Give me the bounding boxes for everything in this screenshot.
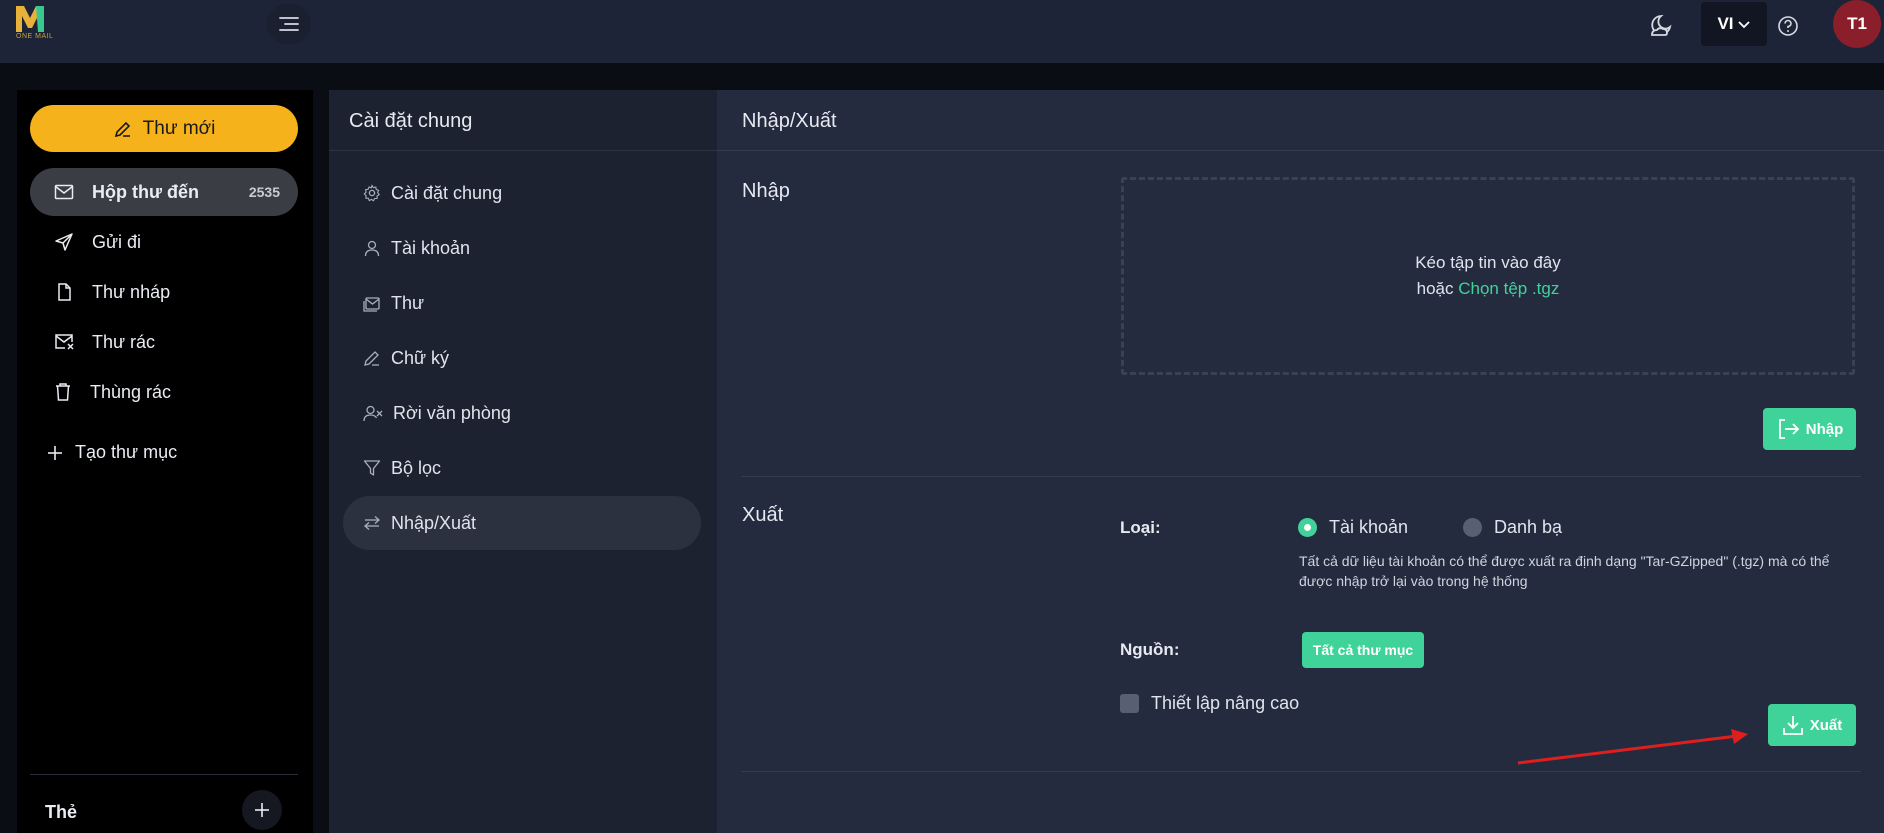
menu-toggle-button[interactable] [267, 4, 311, 44]
menu-label: Nhập/Xuất [391, 512, 477, 533]
import-section-label: Nhập [742, 180, 790, 202]
draft-icon [58, 283, 71, 301]
settings-divider [329, 150, 717, 151]
source-button-label: Tất cả thư mục [1312, 642, 1414, 658]
plus-icon [48, 445, 62, 460]
user-icon [364, 240, 380, 257]
unread-count: 2535 [248, 184, 280, 200]
pencil-icon [114, 121, 130, 137]
folder-label: Gửi đi [92, 231, 142, 252]
menu-label: Rời văn phòng [393, 402, 511, 423]
advanced-settings-checkbox[interactable]: Thiết lập nâng cao [1120, 693, 1299, 714]
logo-icon [16, 6, 44, 32]
folder-sent[interactable]: Gửi đi [30, 218, 298, 266]
spam-icon [55, 334, 74, 350]
settings-menu-out-of-office[interactable]: Rời văn phòng [343, 386, 701, 440]
gear-icon [363, 184, 381, 202]
section-divider [742, 476, 1861, 477]
import-button[interactable]: Nhập [1763, 408, 1856, 450]
sign-in-icon [1778, 419, 1800, 439]
radio-account-label: Tài khoản [1329, 517, 1409, 537]
content-title: Nhập/Xuất [742, 110, 837, 132]
help-button[interactable] [1772, 10, 1804, 42]
trash-icon [56, 383, 70, 401]
radio-checked-indicator [1298, 518, 1317, 537]
folder-inbox[interactable]: Hộp thư đến 2535 [30, 168, 298, 216]
section-bottom-divider [742, 771, 1861, 772]
hamburger-icon [279, 17, 299, 31]
content-header-divider [717, 150, 1884, 151]
advanced-settings-label: Thiết lập nâng cao [1151, 693, 1300, 713]
import-button-label: Nhập [1805, 420, 1844, 438]
settings-menu-import-export[interactable]: Nhập/Xuất [343, 496, 701, 550]
export-button[interactable]: Xuất [1768, 704, 1856, 746]
create-folder-button[interactable]: Tạo thư mục [47, 442, 177, 463]
folder-label: Thư nháp [92, 281, 171, 302]
compose-label: Thư mới [142, 117, 216, 139]
settings-menu-filters[interactable]: Bộ lọc [343, 441, 701, 495]
settings-menu-mail[interactable]: Thư [343, 276, 701, 330]
theme-toggle-button[interactable] [1642, 8, 1678, 44]
menu-label: Bộ lọc [391, 457, 442, 478]
export-button-label: Xuất [1809, 716, 1843, 734]
settings-menu-general[interactable]: Cài đặt chung [343, 166, 701, 220]
compose-button[interactable]: Thư mới [30, 105, 298, 152]
settings-panel-title: Cài đặt chung [349, 110, 473, 132]
mail-stack-icon [363, 297, 380, 312]
user-avatar[interactable]: T1 [1833, 0, 1881, 48]
menu-label: Chữ ký [391, 347, 450, 368]
settings-menu-account[interactable]: Tài khoản [343, 221, 701, 275]
logo-text: ONE MAIL [16, 33, 54, 40]
radio-account[interactable]: Tài khoản [1298, 517, 1408, 538]
source-folder-button[interactable]: Tất cả thư mục [1302, 632, 1424, 668]
language-label: VI [1717, 14, 1734, 33]
folder-label: Hộp thư đến [92, 181, 200, 202]
or-text: hoặc [1416, 279, 1454, 298]
folder-trash[interactable]: Thùng rác [30, 368, 298, 416]
mail-sidebar: Thư mới Hộp thư đến 2535 Gửi đi Thư nháp… [17, 90, 313, 833]
sidebar-divider [30, 774, 298, 775]
help-icon [1778, 16, 1798, 36]
user-x-icon [363, 405, 383, 422]
pen-icon [364, 351, 379, 366]
radio-contacts[interactable]: Danh bạ [1463, 517, 1562, 538]
menu-label: Thư [391, 292, 425, 313]
source-label: Nguồn: [1120, 640, 1180, 659]
language-selector[interactable]: VI [1701, 2, 1767, 46]
add-tag-button[interactable] [242, 790, 282, 830]
create-folder-label: Tạo thư mục [75, 442, 178, 462]
type-label: Loại: [1120, 518, 1161, 537]
avatar-initials: T1 [1847, 14, 1867, 33]
plus-icon [255, 803, 269, 817]
drop-text: Kéo tập tin vào đây [1415, 253, 1561, 272]
download-icon [1782, 716, 1803, 735]
choose-file-link[interactable]: Chọn tệp .tgz [1458, 279, 1559, 298]
settings-menu-panel: Cài đặt chung Cài đặt chung Tài khoản Th… [329, 90, 717, 833]
inbox-icon [54, 184, 74, 200]
checkbox-indicator [1120, 694, 1139, 713]
radio-contacts-label: Danh bạ [1494, 517, 1563, 537]
menu-label: Tài khoản [391, 237, 471, 258]
annotation-arrow-icon [1517, 729, 1748, 765]
tags-label: Thẻ [45, 802, 78, 822]
radio-unchecked-indicator [1463, 518, 1482, 537]
import-export-panel: Nhập/Xuất Nhập Kéo tập tin vào đây hoặc … [717, 90, 1884, 833]
settings-menu-signature[interactable]: Chữ ký [343, 331, 701, 385]
export-section-label: Xuất [742, 504, 784, 526]
moon-cloud-icon [1651, 15, 1672, 36]
file-dropzone[interactable]: Kéo tập tin vào đây hoặc Chọn tệp .tgz [1121, 177, 1855, 375]
choose-file-line: hoặc Chọn tệp .tgz [1417, 276, 1560, 302]
folder-label: Thư rác [92, 331, 156, 352]
menu-label: Cài đặt chung [391, 182, 503, 203]
folder-spam[interactable]: Thư rác [30, 318, 298, 366]
folder-drafts[interactable]: Thư nháp [30, 268, 298, 316]
top-bar: ONE MAIL VI T1 [0, 0, 1884, 63]
send-icon [55, 233, 73, 251]
folder-label: Thùng rác [90, 381, 172, 402]
export-description: Tất cả dữ liệu tài khoản có thể được xuấ… [1299, 553, 1830, 589]
filter-icon [363, 460, 381, 476]
swap-icon [364, 516, 380, 530]
chevron-down-icon [1737, 21, 1750, 29]
